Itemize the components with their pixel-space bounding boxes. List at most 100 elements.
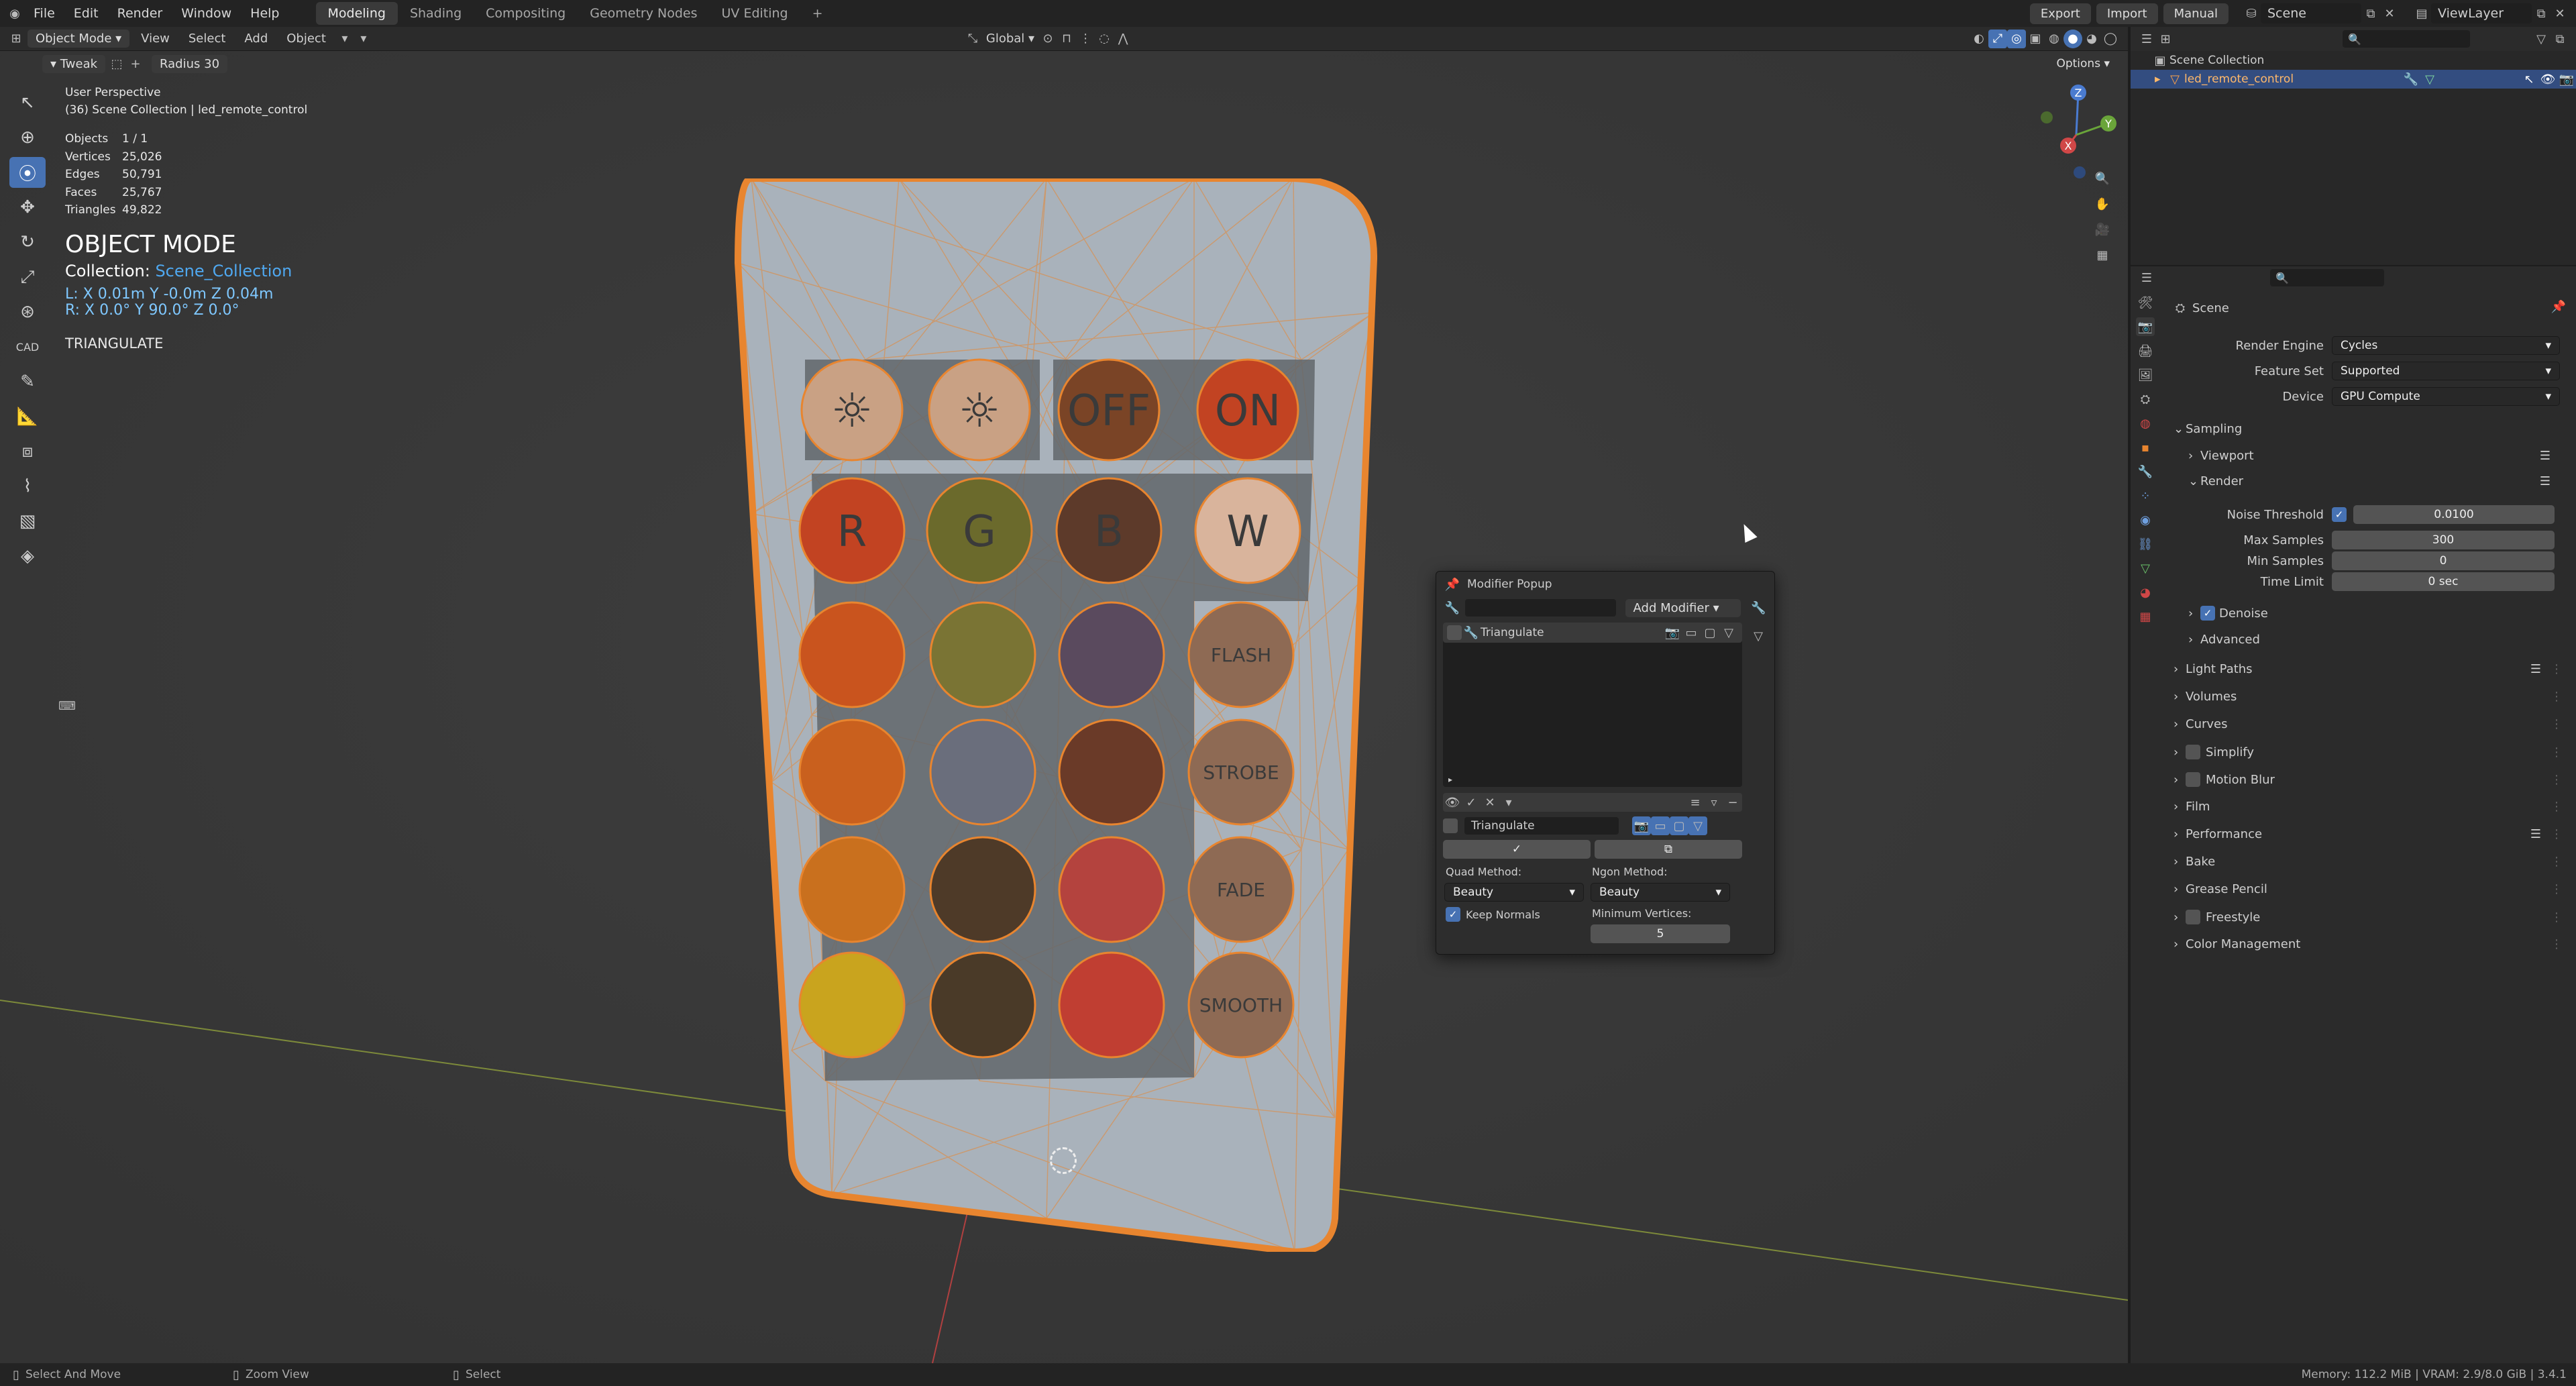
panel-drag-handle-icon[interactable]: ⋮ [2551,827,2563,841]
orientation-selector[interactable]: Global ▾ [982,32,1038,46]
collapse-icon[interactable]: − [1723,793,1742,812]
gpencil-icon[interactable]: ▾ [335,30,354,48]
zoom-icon[interactable]: 🔍 [2093,169,2112,188]
feature-set-dropdown[interactable]: Supported ▾ [2332,362,2560,380]
panel-drag-handle-icon[interactable]: ⋮ [2551,800,2563,814]
panel-film[interactable]: › Film ⋮ [2174,800,2563,814]
menu-add[interactable]: Add [235,32,277,46]
sculpt-tool-icon[interactable]: ⌇ [9,471,46,502]
menu-view[interactable]: View [131,32,179,46]
panel-drag-handle-icon[interactable]: ⋮ [2551,745,2563,759]
new-scene-icon[interactable]: ⧉ [2361,4,2380,23]
world-tab-icon[interactable]: ◍ [2136,414,2155,433]
remote-button-top-2[interactable]: OFF [1057,358,1161,462]
quad-method-dropdown[interactable]: Beauty ▾ [1444,883,1584,902]
panel-drag-handle-icon[interactable]: ⋮ [2551,855,2563,869]
color-button-0-2[interactable] [1058,601,1165,708]
blender-logo-icon[interactable]: ◉ [5,4,24,23]
menu-edit[interactable]: Edit [64,6,108,21]
editmode-toggle-icon[interactable]: ▢ [1701,623,1719,642]
camera-view-icon[interactable]: 🎥 [2093,220,2112,239]
panel-enable-checkbox[interactable] [2186,772,2200,787]
add-modifier-button[interactable]: Add Modifier ▾ [1625,598,1741,617]
visibility-icon[interactable]: ◐ [1970,30,1988,48]
modifier-search-field[interactable] [1465,599,1616,617]
object-tab-icon[interactable]: ▪ [2136,438,2155,457]
panel-curves[interactable]: › Curves ⋮ [2174,717,2563,731]
cad-tool-icon[interactable]: CAD [9,331,46,362]
modifier-enabled-checkbox[interactable] [1447,625,1462,640]
denoise-checkbox[interactable]: ✓ [2200,606,2215,621]
panel-drag-handle-icon[interactable]: ⋮ [2551,690,2563,704]
remote-button-rgbw-2[interactable]: B [1055,477,1163,584]
pivot-icon[interactable]: ⊙ [1038,30,1057,48]
panel-drag-handle-icon[interactable]: ⋮ [2551,662,2563,676]
add-workspace-button[interactable]: + [800,2,835,25]
overlay-toggle-icon[interactable]: ◎ [2007,29,2026,48]
keep-normals-row[interactable]: ✓ Keep Normals [1446,907,1540,922]
viewport-subpanel-header[interactable]: › Viewport ☰ [2188,449,2551,463]
editmode-enabled-icon[interactable]: ▢ [1670,816,1688,835]
remote-button-rgbw-0[interactable]: R [798,477,906,584]
pin-icon[interactable]: 📌 [1443,575,1462,594]
navigation-gizmo[interactable]: Z Y X [2029,78,2128,192]
output-tab-icon[interactable]: 🖨 [2136,341,2155,360]
solid-shading-icon[interactable]: ● [2063,29,2082,48]
cage-enabled-icon[interactable]: ▽ [1688,816,1707,835]
render-toggle-icon[interactable]: 📷 [1663,623,1682,642]
cursor-tool-icon[interactable]: ⊕ [9,122,46,153]
move-tool-icon[interactable]: ✥ [9,192,46,223]
filter-icon[interactable]: ▽ [1749,627,1768,645]
pan-hand-icon[interactable]: ✋ [2093,195,2112,213]
modifier-list[interactable]: 🔧 Triangulate 📷 ▭ ▢ ▽ ▸ [1443,623,1742,787]
noise-threshold-field[interactable]: 0.0100 [2353,505,2555,524]
menu-file[interactable]: File [24,6,64,21]
material-shading-icon[interactable]: ◕ [2082,30,2101,48]
remote-button-rgbw-3[interactable]: W [1194,477,1301,584]
rotate-tool-icon[interactable]: ↻ [9,227,46,258]
color-button-0-1[interactable] [929,601,1036,708]
outliner-editor-icon[interactable]: ☰ [2137,30,2156,48]
menu-select[interactable]: Select [179,32,235,46]
modifier-toggle-checkbox[interactable] [1443,818,1458,833]
proportional-falloff-icon[interactable]: ⋀ [1114,30,1132,48]
gizmo-toggle-icon[interactable]: ⤢ [1988,29,2007,48]
keyboard-icon[interactable]: ⌨ [58,696,76,715]
keep-normals-checkbox[interactable]: ✓ [1446,907,1460,922]
color-button-3-1[interactable] [929,951,1036,1059]
options-dropdown[interactable]: Options ▾ [2048,55,2118,72]
delete-viewlayer-icon[interactable]: ✕ [2551,4,2569,23]
render-subpanel-header[interactable]: ⌄ Render ☰ [2188,474,2551,488]
viewport-presets-icon[interactable]: ☰ [2540,449,2551,463]
color-button-1-0[interactable] [798,718,906,826]
pin-properties-icon[interactable]: 📌 [2549,297,2568,316]
panel-color-management[interactable]: › Color Management ⋮ [2174,937,2563,951]
expand-arrow-icon[interactable]: ▸ [2155,72,2165,86]
apply-button[interactable]: ✓ [1443,840,1591,859]
device-dropdown[interactable]: GPU Compute ▾ [2332,387,2560,406]
remote-button-top-1[interactable]: ☼ [928,358,1031,462]
hide-icon[interactable]: 👁 [2538,70,2557,89]
panel-enable-checkbox[interactable] [2186,745,2200,759]
remote-button-top-3[interactable]: ON [1196,358,1299,462]
annotate-tool-icon[interactable]: ✎ [9,366,46,397]
time-limit-field[interactable]: 0 sec [2332,572,2555,591]
panel-drag-handle-icon[interactable]: ⋮ [2551,773,2563,787]
outliner-search-field[interactable]: 🔍 [2343,30,2470,48]
add-cube-tool-icon[interactable]: ⧈ [9,436,46,467]
export-button[interactable]: Export [2029,3,2091,24]
tab-geometry-nodes[interactable]: Geometry Nodes [578,2,709,25]
color-button-0-0[interactable] [798,601,906,708]
select-tool-icon[interactable]: ↖ [9,87,46,118]
panel-drag-handle-icon[interactable]: ⋮ [2551,937,2563,951]
led-remote-model[interactable]: ☼ ☼ OFF ON R G B W FLASH STROBE FADE SMOOTH [711,178,1382,1252]
wireframe-shading-icon[interactable]: ◍ [2045,30,2063,48]
snap-target-icon[interactable]: ⋮ [1076,30,1095,48]
advanced-subpanel-header[interactable]: › Advanced [2188,633,2260,647]
new-collection-icon[interactable]: ⧉ [2551,30,2569,48]
extra-tool-icon[interactable]: ◈ [9,541,46,572]
material-tab-icon[interactable]: ◕ [2136,583,2155,602]
panel-presets-icon[interactable]: ☰ [2530,662,2541,676]
snap-icon[interactable]: ⊓ [1057,30,1076,48]
physics-tab-icon[interactable]: ◉ [2136,511,2155,529]
